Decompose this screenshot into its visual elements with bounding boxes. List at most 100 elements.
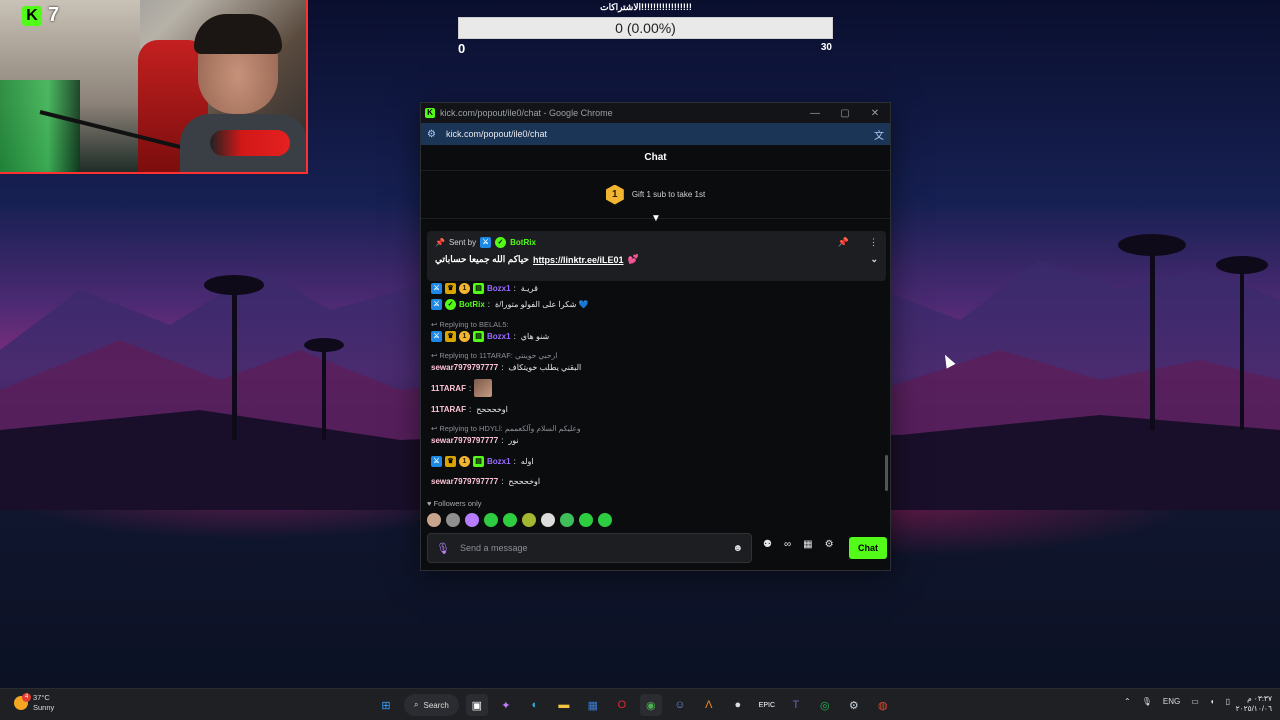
language-indicator[interactable]: ENG [1163,697,1180,706]
app-a-icon[interactable]: Λ [698,694,720,716]
chrome-icon[interactable]: ◉ [639,694,662,716]
chat-text: اوخحححح [508,477,541,486]
edge-icon[interactable]: ◐ [524,694,546,716]
expand-pinned-icon[interactable]: ⌄ [870,254,878,265]
infinity-icon[interactable]: ∞ [784,539,791,550]
emote-icon[interactable] [522,513,536,527]
emote-icon[interactable] [579,513,593,527]
chat-tools[interactable]: ⚉ ∞ ▦ ⚙ [763,539,834,550]
pinned-message[interactable]: 📌 Sent by ⚔ ✓ BotRix 📌 ⋮ حياكم الله جميع… [427,231,886,281]
emote-icon[interactable] [465,513,479,527]
windows-start-icon[interactable]: ⊞ [375,694,397,716]
chat-username[interactable]: sewar7979797777 [431,436,498,445]
collapse-pinned-icon[interactable]: ▼ [651,213,661,224]
volume-icon[interactable]: ◖ [1210,697,1215,706]
translate-icon[interactable]: 文 [874,127,884,142]
chat-username[interactable]: 11TARAF [431,405,466,414]
chat-message[interactable]: ⚔ ♛ 1 ▤ Bozx1: شنو هاي [431,331,549,342]
chat-username[interactable]: sewar7979797777 [431,477,498,486]
emote-icon[interactable] [484,513,498,527]
task-view-icon[interactable]: ▣ [465,694,488,716]
chat-text: قريـة [520,284,538,293]
battery-icon[interactable]: ▯ [1226,697,1230,706]
emote-quick-bar[interactable] [427,513,612,527]
og-badge-icon: ♛ [445,456,456,467]
chat-username[interactable]: Bozx1 [487,457,511,466]
tray-overflow-icon[interactable]: ⌃ [1124,697,1131,706]
kick-logo-icon: K [22,5,42,26]
maximize-button[interactable]: ▢ [830,108,860,119]
emote-icon[interactable] [427,513,441,527]
message-input[interactable]: 🎙 Send a message ☻ [427,533,752,563]
network-icon[interactable]: ▭ [1191,697,1199,706]
url-text[interactable]: kick.com/popout/ile0/chat [446,129,547,139]
chat-message[interactable]: sewar7979797777: نور [431,436,519,445]
moderator-badge-icon: ⚔ [431,283,442,294]
more-options-icon[interactable]: ⋮ [869,237,878,248]
chat-username[interactable]: Bozx1 [487,284,511,293]
chat-username[interactable]: 11TARAF [431,384,466,393]
chat-username[interactable]: sewar7979797777 [431,363,498,372]
spotify-icon[interactable]: ◎ [814,694,836,716]
system-tray[interactable]: ⌃ 🎙 ENG ▭ ◖ ▯ [1124,697,1230,706]
steam-icon[interactable]: ⚙ [843,694,865,716]
emote-icon[interactable] [560,513,574,527]
epic-games-icon[interactable]: EPIC [756,694,778,716]
reply-context[interactable]: ↩ Replying to HDYLl: وعليكم السلام وآلكع… [431,424,581,433]
chat-popout-window[interactable]: K kick.com/popout/ile0/chat - Google Chr… [420,102,891,571]
close-button[interactable]: ✕ [860,108,890,119]
gift-leaderboard[interactable]: 1 Gift 1 sub to take 1st [421,171,890,219]
og-badge-icon: ♛ [445,331,456,342]
tier-badge-icon: 1 [459,456,470,467]
emote-icon[interactable] [503,513,517,527]
microphone-tray-icon[interactable]: 🎙 [1142,697,1152,706]
chat-username[interactable]: BotRix [459,300,485,309]
taskbar-search[interactable]: ⌕ Search [404,694,459,716]
chat-text: شنو هاي [520,332,550,341]
chat-scrollbar[interactable] [885,455,888,491]
obs-icon[interactable]: ◍ [872,694,894,716]
emote-icon[interactable] [598,513,612,527]
goal-min: 0 [458,41,466,56]
goal-progress-bar: 0 (0.00%) [458,17,833,39]
unpin-icon[interactable]: 📌 [838,237,849,248]
microphone-icon[interactable]: 🎙 [436,542,450,555]
file-explorer-icon[interactable]: ▬ [553,694,575,716]
store-app-icon[interactable]: ▦ [582,694,604,716]
emote-icon[interactable] [541,513,555,527]
chat-message[interactable]: 11TARAF: اوخحححح [431,405,508,414]
windows-taskbar[interactable]: 4 37°C Sunny ⊞ ⌕ Search ▣ ✦ ◐ ▬ ▦ O ◉ ☺ Λ… [0,688,1280,720]
address-bar[interactable]: ⚙ kick.com/popout/ile0/chat 文 [421,123,890,145]
taskbar-clock[interactable]: ٠٣:٣٧ م ٢٠٢٥/١٠/٠٦ [1232,694,1272,714]
kick-favicon-icon: K [425,108,435,118]
minimize-button[interactable]: — [800,108,830,119]
chat-message[interactable]: sewar7979797777: اوخحححح [431,477,540,486]
chat-message[interactable]: sewar7979797777: البقني يطلب خويتكاف [431,363,581,372]
pinned-sender[interactable]: BotRix [510,238,536,247]
opera-icon[interactable]: O [611,694,633,716]
teams-icon[interactable]: T [785,694,807,716]
emote-icon[interactable] [446,513,460,527]
chat-message[interactable]: ⚔ ♛ 1 ▤ Bozx1: قريـة [431,283,538,294]
subscriber-badge-icon: ▤ [473,456,484,467]
app-github-icon[interactable]: ● [727,694,749,716]
send-chat-button[interactable]: Chat [849,537,887,559]
reply-context[interactable]: ↩ Replying to BELAL5: [431,320,509,329]
moderator-badge-icon: ⚔ [431,299,442,310]
users-icon[interactable]: ⚉ [763,539,772,550]
pinned-link[interactable]: https://linktr.ee/iLE01 [533,255,624,265]
store-icon[interactable]: ▦ [803,539,812,550]
window-titlebar[interactable]: K kick.com/popout/ile0/chat - Google Chr… [421,103,890,123]
message-placeholder[interactable]: Send a message [460,543,723,553]
settings-gear-icon[interactable]: ⚙ [825,539,834,550]
chat-username[interactable]: Bozx1 [487,332,511,341]
chat-message[interactable]: ⚔ ✓ BotRix: شكرا على الفولو متورا/ة 💙 [431,299,588,310]
discord-icon[interactable]: ☺ [669,694,691,716]
site-settings-icon[interactable]: ⚙ [427,129,439,140]
emoji-picker-icon[interactable]: ☻ [732,543,743,554]
reply-context[interactable]: ↩ Replying to 11TARAF: ارحبي حوينتي [431,351,557,360]
chat-message[interactable]: ⚔ ♛ 1 ▤ Bozx1: اوله [431,456,534,467]
weather-widget[interactable]: 4 37°C Sunny [14,693,54,713]
copilot-icon[interactable]: ✦ [495,694,517,716]
chat-message[interactable]: 11TARAF: [431,379,493,397]
